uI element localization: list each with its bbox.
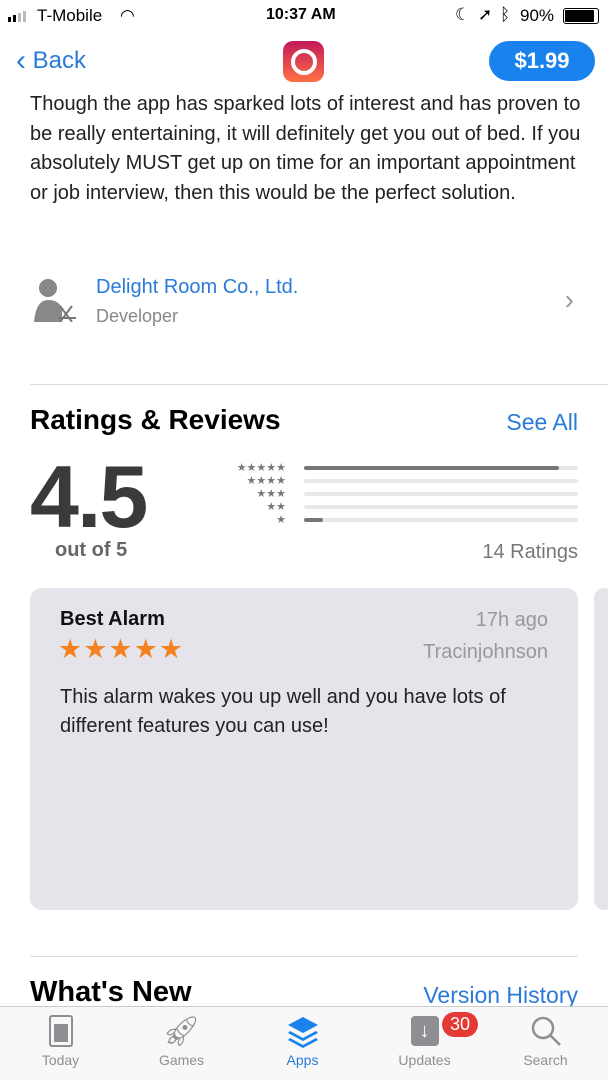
- tab-label: Today: [41, 1052, 80, 1068]
- star-row-label: ★: [276, 514, 286, 526]
- tab-label: Updates: [398, 1052, 451, 1068]
- search-icon: [531, 1016, 561, 1046]
- review-time: 17h ago: [475, 609, 548, 631]
- rating-bar: [304, 479, 578, 483]
- next-review-card[interactable]: [594, 588, 608, 910]
- out-of-label: out of 5: [55, 539, 128, 561]
- rocket-icon: 🚀︎: [162, 1014, 201, 1048]
- rating-bar: [304, 518, 578, 522]
- rating-bar: [304, 505, 578, 509]
- whats-new-title: What's New: [30, 976, 192, 1008]
- developer-row[interactable]: Delight Room Co., Ltd. Developer ›: [30, 270, 578, 330]
- review-title: Best Alarm: [60, 608, 165, 630]
- review-body: This alarm wakes you up well and you hav…: [60, 686, 506, 737]
- app-icon: [283, 41, 324, 82]
- version-history-link[interactable]: Version History: [423, 982, 578, 1009]
- review-card[interactable]: Best Alarm 17h ago ★★★★★ Tracinjohnson T…: [30, 588, 578, 910]
- description: Though the app has sparked lots of inter…: [30, 93, 581, 204]
- carrier: T-Mobile: [37, 6, 103, 25]
- average-rating: 4.5: [30, 447, 148, 546]
- location-icon: ➚: [478, 5, 493, 24]
- tab-games[interactable]: 🚀︎ Games: [121, 1010, 242, 1069]
- signal-icon: [8, 7, 32, 27]
- star-row-label: ★★★: [256, 488, 286, 500]
- tab-search[interactable]: Search: [485, 1010, 606, 1068]
- developer-icon: [34, 279, 76, 322]
- updates-badge: 30: [442, 1012, 479, 1037]
- status-bar: T-Mobile ◠ 10:37 AM ☾ ➚ ᛒ 90%: [0, 0, 608, 34]
- tab-label: Games: [158, 1052, 205, 1068]
- tab-apps[interactable]: Apps: [242, 1010, 363, 1068]
- tab-label: Search: [523, 1052, 568, 1068]
- tab-updates[interactable]: ↓ Updates 30: [364, 1010, 485, 1068]
- download-icon: ↓: [410, 1016, 439, 1046]
- divider: [30, 956, 578, 957]
- star-row-label: ★★★★: [246, 475, 286, 487]
- developer-name[interactable]: Delight Room Co., Ltd.: [96, 276, 298, 299]
- developer-role: Developer: [96, 306, 179, 326]
- review-author: Tracinjohnson: [423, 641, 548, 663]
- rating-bar-fill: [304, 518, 324, 522]
- battery-icon: [563, 8, 599, 24]
- today-icon: [48, 1015, 73, 1047]
- rating-bar: [304, 466, 578, 470]
- see-all-link[interactable]: See All: [506, 409, 578, 436]
- battery-percent: 90%: [520, 6, 555, 25]
- back-button[interactable]: ‹ Back: [16, 44, 86, 78]
- review-stars: ★★★★★: [58, 634, 185, 664]
- price-button[interactable]: $1.99: [489, 41, 595, 81]
- divider: [30, 384, 608, 385]
- chevron-right-icon: ›: [564, 284, 574, 315]
- rating-bar: [304, 492, 578, 496]
- moon-icon: ☾: [455, 5, 471, 24]
- tab-today[interactable]: Today: [0, 1010, 121, 1068]
- chevron-left-icon: ‹: [16, 44, 26, 77]
- bluetooth-icon: ᛒ: [500, 5, 511, 24]
- back-label: Back: [32, 47, 87, 74]
- clock: 10:37 AM: [266, 6, 336, 23]
- ratings-title: Ratings & Reviews: [30, 404, 281, 435]
- tab-label: Apps: [286, 1052, 319, 1068]
- rating-bar-fill: [304, 466, 559, 470]
- star-row-label: ★★: [266, 501, 286, 513]
- rating-count: 14 Ratings: [482, 541, 578, 563]
- star-row-label: ★★★★★: [236, 462, 286, 474]
- wifi-icon: ◠: [120, 6, 135, 25]
- layers-icon: [287, 1017, 318, 1048]
